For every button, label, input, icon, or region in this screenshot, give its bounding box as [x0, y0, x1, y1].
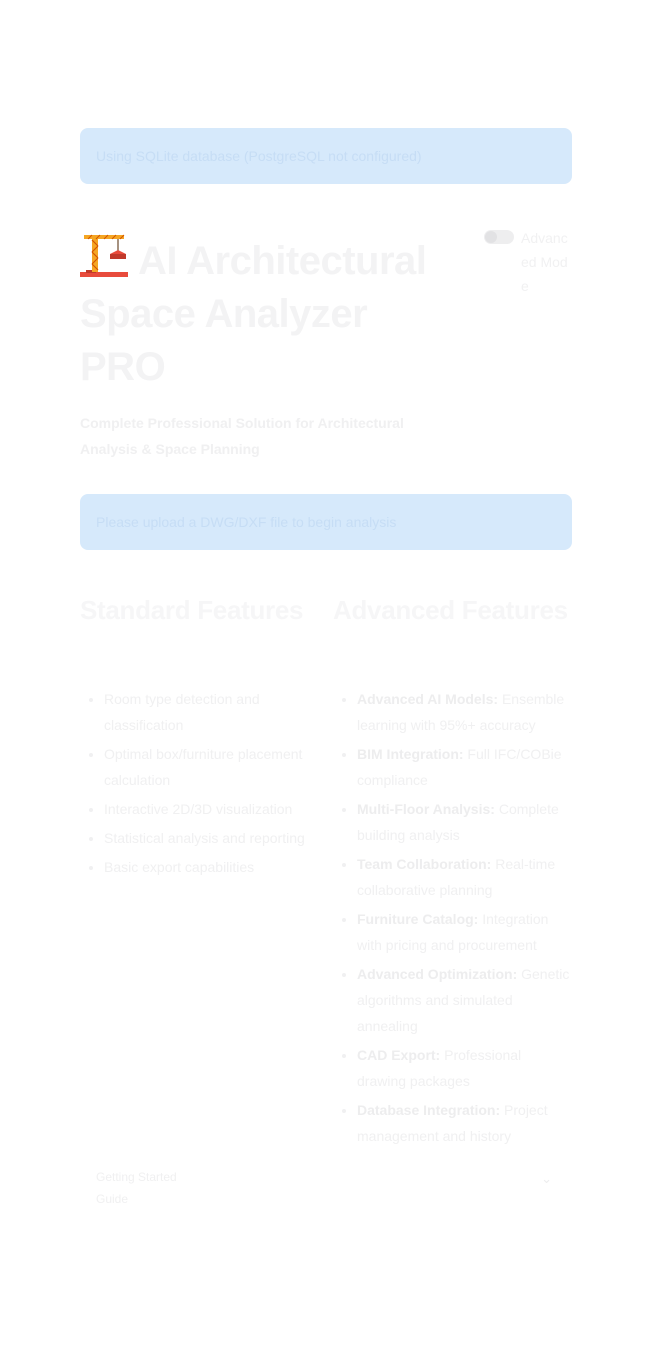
feature-name: Database Integration: — [357, 1102, 501, 1118]
toggle-switch[interactable] — [484, 230, 514, 244]
list-item: Database Integration: Project management… — [357, 1097, 573, 1149]
list-item: Multi-Floor Analysis: Complete building … — [357, 796, 573, 848]
feature-name: Team Collaboration: — [357, 856, 492, 872]
standard-features-heading: Standard Features — [80, 595, 304, 625]
advanced-features-heading: Advanced Features — [333, 595, 568, 625]
upload-info-alert: Please upload a DWG/DXF file to begin an… — [80, 494, 572, 550]
list-item: Room type detection and classification — [104, 686, 310, 738]
page-title: AI Architectural Space Analyzer PRO — [80, 232, 460, 394]
toggle-knob — [485, 231, 497, 243]
list-item: Interactive 2D/3D visualization — [104, 796, 310, 822]
list-item: Optimal box/furniture placement calculat… — [104, 741, 310, 793]
list-item: Advanced AI Models: Ensemble learning wi… — [357, 686, 573, 738]
advanced-features-list: Advanced AI Models: Ensemble learning wi… — [333, 686, 573, 1149]
advanced-features-column: Advanced Features Advanced AI Models: En… — [333, 590, 573, 1152]
toggle-label: Advanced Mode — [521, 230, 568, 294]
chevron-down-icon[interactable]: ⌄ — [541, 1168, 552, 1190]
feature-name: Advanced Optimization: — [357, 966, 518, 982]
list-item: Statistical analysis and reporting — [104, 825, 310, 851]
database-info-text: Using SQLite database (PostgreSQL not co… — [96, 148, 422, 164]
database-info-alert: Using SQLite database (PostgreSQL not co… — [80, 128, 572, 184]
list-item: Furniture Catalog: Integration with pric… — [357, 906, 573, 958]
list-item: BIM Integration: Full IFC/COBie complian… — [357, 741, 573, 793]
expander-label: Getting Started Guide — [96, 1170, 177, 1206]
upload-info-text: Please upload a DWG/DXF file to begin an… — [96, 514, 397, 530]
feature-name: CAD Export: — [357, 1047, 441, 1063]
list-item: CAD Export: Professional drawing package… — [357, 1042, 573, 1094]
standard-features-list: Room type detection and classification O… — [80, 686, 310, 880]
standard-features-column: Standard Features Room type detection an… — [80, 590, 310, 883]
feature-name: Furniture Catalog: — [357, 911, 479, 927]
list-item: Basic export capabilities — [104, 854, 310, 880]
list-item: Advanced Optimization: Genetic algorithm… — [357, 961, 573, 1039]
construction-crane-icon — [80, 232, 132, 277]
feature-name: Multi-Floor Analysis: — [357, 801, 495, 817]
list-item: Team Collaboration: Real-time collaborat… — [357, 851, 573, 903]
page-header: AI Architectural Space Analyzer PRO — [80, 232, 460, 394]
page-subtitle: Complete Professional Solution for Archi… — [80, 415, 404, 457]
feature-name: Advanced AI Models: — [357, 691, 499, 707]
feature-name: BIM Integration: — [357, 746, 464, 762]
getting-started-expander[interactable]: Getting Started Guide ⌄ — [80, 1164, 572, 1208]
